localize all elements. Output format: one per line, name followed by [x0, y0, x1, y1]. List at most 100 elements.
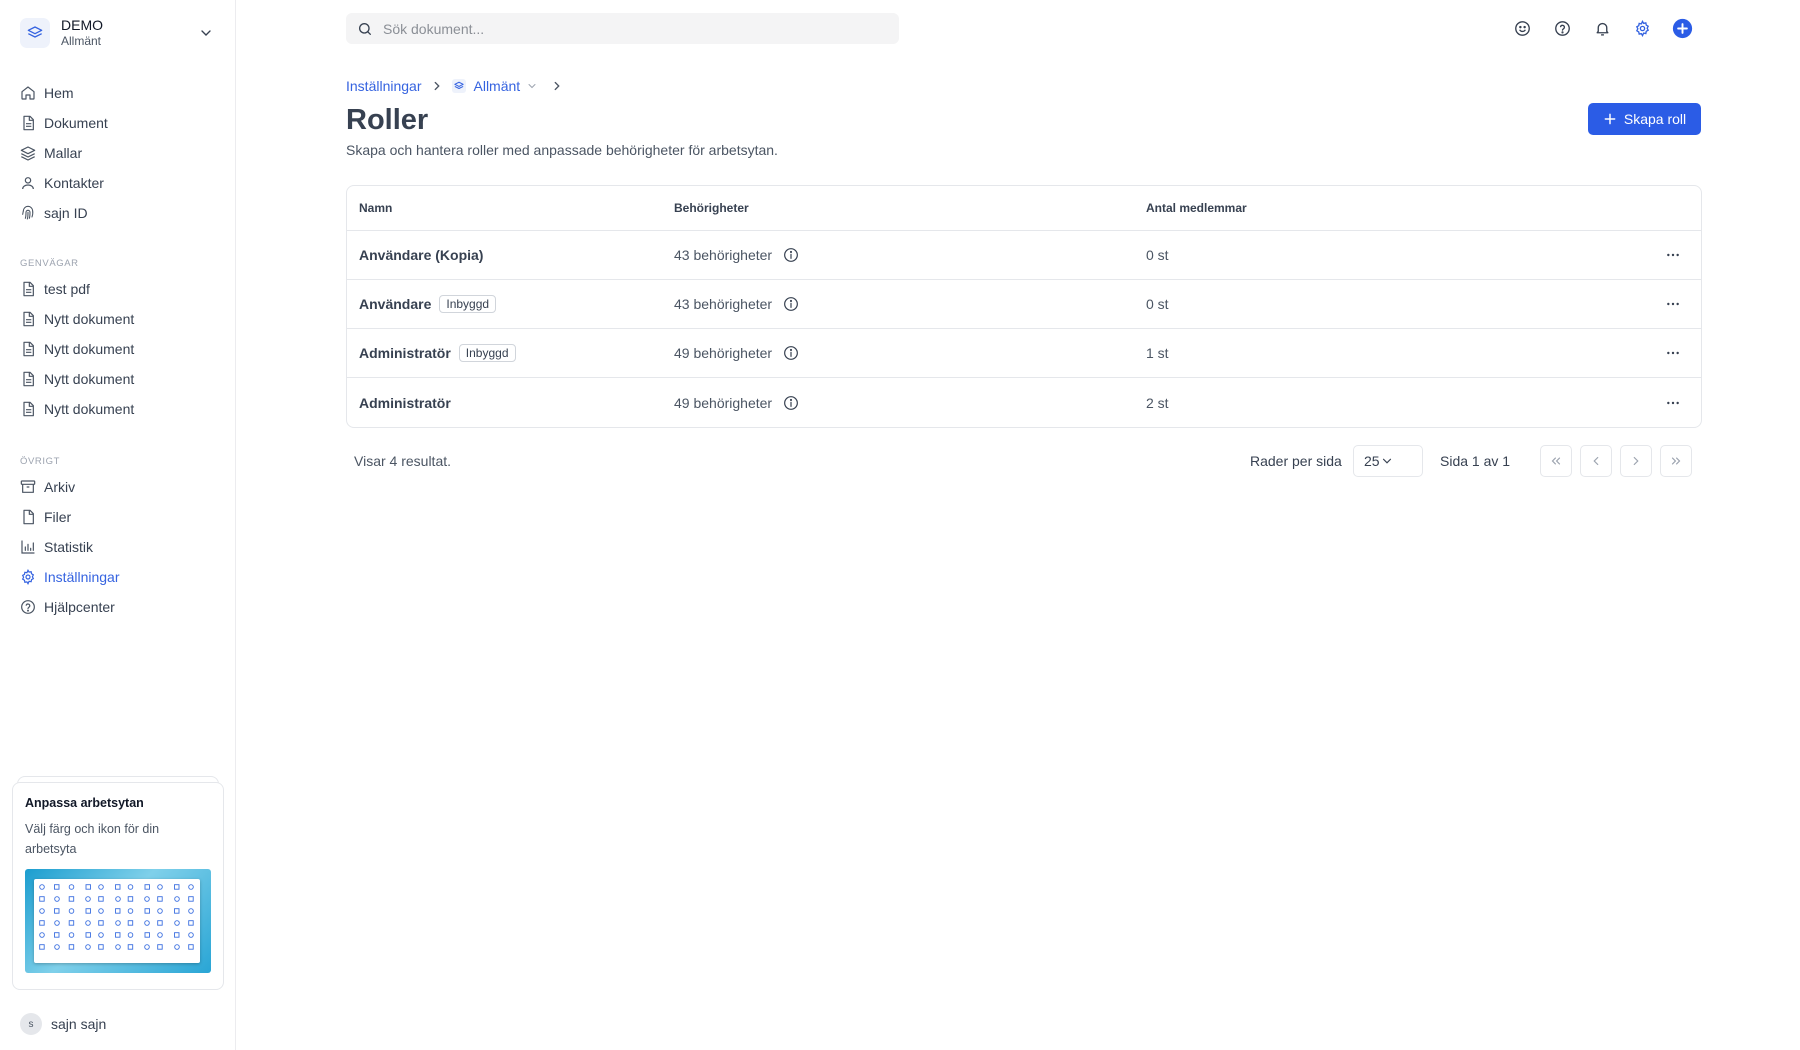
sidebar-item-filer[interactable]: Filer	[12, 502, 224, 532]
permissions-count: 49 behörigheter	[674, 394, 773, 411]
more-options-icon[interactable]	[1661, 391, 1685, 415]
rows-per-page-select[interactable]: 25	[1353, 445, 1423, 477]
more-options-icon[interactable]	[1661, 292, 1685, 316]
shortcut-label: test pdf	[44, 281, 90, 297]
sidebar-item-hem[interactable]: Hem	[12, 78, 224, 108]
add-circle-icon[interactable]	[1670, 16, 1694, 40]
sidebar-item-label: Hem	[44, 85, 74, 101]
fingerprint-icon	[20, 205, 36, 221]
table-row[interactable]: Användare Inbyggd 43 behörigheter 0 st	[347, 280, 1701, 329]
shortcut-item[interactable]: Nytt dokument	[12, 334, 224, 364]
role-name: Administratör	[359, 394, 451, 411]
sidebar-item-sajn-id[interactable]: sajn ID	[12, 198, 224, 228]
avatar: s	[20, 1013, 42, 1035]
workspace-layers-icon	[20, 18, 50, 48]
sidebar-item-label: Dokument	[44, 115, 108, 131]
create-role-button[interactable]: Skapa roll	[1588, 103, 1701, 135]
info-icon[interactable]	[783, 395, 799, 411]
chevrons-right-icon	[1669, 454, 1683, 468]
feedback-smiley-icon[interactable]	[1510, 16, 1534, 40]
rows-per-page-label: Rader per sida	[1250, 453, 1342, 469]
member-count: 2 st	[1146, 394, 1169, 411]
document-icon	[20, 281, 36, 297]
workspace-switcher[interactable]: DEMO Allmänt	[12, 12, 222, 54]
shortcut-label: Nytt dokument	[44, 401, 135, 417]
column-header-name[interactable]: Namn	[347, 201, 662, 215]
customize-workspace-card[interactable]: Anpassa arbetsytan Välj färg och ikon fö…	[12, 782, 224, 990]
help-icon[interactable]	[1550, 16, 1574, 40]
info-icon[interactable]	[783, 247, 799, 263]
shortcut-item[interactable]: test pdf	[12, 274, 224, 304]
sidebar-item-arkiv[interactable]: Arkiv	[12, 472, 224, 502]
shortcut-item[interactable]: Nytt dokument	[12, 304, 224, 334]
permissions-count: 43 behörigheter	[674, 296, 773, 312]
first-page-button[interactable]	[1540, 445, 1572, 477]
document-icon	[20, 311, 36, 327]
sidebar-item-kontakter[interactable]: Kontakter	[12, 168, 224, 198]
promo-text: Välj färg och ikon för din arbetsyta	[25, 822, 160, 856]
sidebar-item-label: sajn ID	[44, 205, 88, 221]
breadcrumb-settings-link[interactable]: Inställningar	[346, 78, 422, 94]
other-nav: ÖVRIGT Arkiv Filer Statistik Inställning…	[12, 452, 224, 622]
last-page-button[interactable]	[1660, 445, 1692, 477]
user-icon	[20, 175, 36, 191]
gear-icon	[20, 569, 36, 585]
more-options-icon[interactable]	[1661, 341, 1685, 365]
roles-table: Namn Behörigheter Antal medlemmar Använd…	[346, 185, 1702, 428]
promo-title: Anpassa arbetsytan	[25, 796, 144, 810]
sidebar-item-dokument[interactable]: Dokument	[12, 108, 224, 138]
main-nav: Hem Dokument Mallar Kontakter sajn ID	[12, 78, 224, 228]
document-icon	[20, 341, 36, 357]
column-header-members[interactable]: Antal medlemmar	[1134, 201, 1609, 215]
role-name: Användare (Kopia)	[359, 247, 484, 263]
user-name: sajn sajn	[51, 1016, 107, 1032]
search-bar	[346, 13, 899, 44]
sidebar-item-label: Inställningar	[44, 569, 120, 585]
shortcut-label: Nytt dokument	[44, 371, 135, 387]
shortcuts-nav: GENVÄGAR test pdf Nytt dokument Nytt dok…	[12, 254, 224, 424]
chevron-down-icon	[1380, 454, 1394, 468]
bell-icon[interactable]	[1590, 16, 1614, 40]
sidebar-item-label: Hjälpcenter	[44, 599, 115, 615]
chevron-right-icon	[550, 79, 564, 93]
workspace-layers-icon	[451, 79, 466, 93]
previous-page-button[interactable]	[1580, 445, 1612, 477]
chevron-down-icon	[198, 25, 214, 41]
sidebar-item-statistik[interactable]: Statistik	[12, 532, 224, 562]
column-header-permissions[interactable]: Behörigheter	[662, 201, 1134, 215]
breadcrumb: Inställningar Allmänt	[346, 77, 572, 95]
role-name: Användare	[359, 296, 432, 312]
layers-icon	[20, 145, 36, 161]
table-header: Namn Behörigheter Antal medlemmar	[347, 186, 1701, 231]
sidebar-item-installningar[interactable]: Inställningar	[12, 562, 224, 592]
permissions-count: 49 behörigheter	[674, 345, 773, 361]
sidebar-item-label: Kontakter	[44, 175, 104, 191]
sidebar-item-mallar[interactable]: Mallar	[12, 138, 224, 168]
home-icon	[20, 85, 36, 101]
document-icon	[20, 401, 36, 417]
member-count: 0 st	[1146, 296, 1169, 312]
more-options-icon[interactable]	[1661, 243, 1685, 267]
workspace-subtitle: Allmänt	[61, 34, 102, 48]
icon-grid-preview-image	[25, 869, 211, 973]
table-row[interactable]: Användare (Kopia) 43 behörigheter 0 st	[347, 231, 1701, 280]
other-section-title: ÖVRIGT	[20, 456, 61, 467]
permissions-count: 43 behörigheter	[674, 247, 773, 263]
table-row[interactable]: Administratör 49 behörigheter 2 st	[347, 378, 1701, 427]
page-title: Roller	[346, 104, 429, 136]
info-icon[interactable]	[783, 296, 799, 312]
sidebar-item-label: Statistik	[44, 539, 94, 555]
shortcut-item[interactable]: Nytt dokument	[12, 364, 224, 394]
icon-grid-card	[34, 879, 200, 963]
table-row[interactable]: Administratör Inbyggd 49 behörigheter 1 …	[347, 329, 1701, 378]
gear-icon[interactable]	[1630, 16, 1654, 40]
breadcrumb-workspace-dropdown[interactable]: Allmänt	[451, 78, 539, 94]
role-name: Administratör	[359, 345, 451, 361]
next-page-button[interactable]	[1620, 445, 1652, 477]
shortcut-item[interactable]: Nytt dokument	[12, 394, 224, 424]
info-icon[interactable]	[783, 345, 799, 361]
search-input[interactable]	[383, 20, 863, 37]
builtin-badge: Inbyggd	[458, 344, 516, 362]
user-menu[interactable]: s sajn sajn	[20, 1013, 106, 1035]
sidebar-item-hjalpcenter[interactable]: Hjälpcenter	[12, 592, 224, 622]
